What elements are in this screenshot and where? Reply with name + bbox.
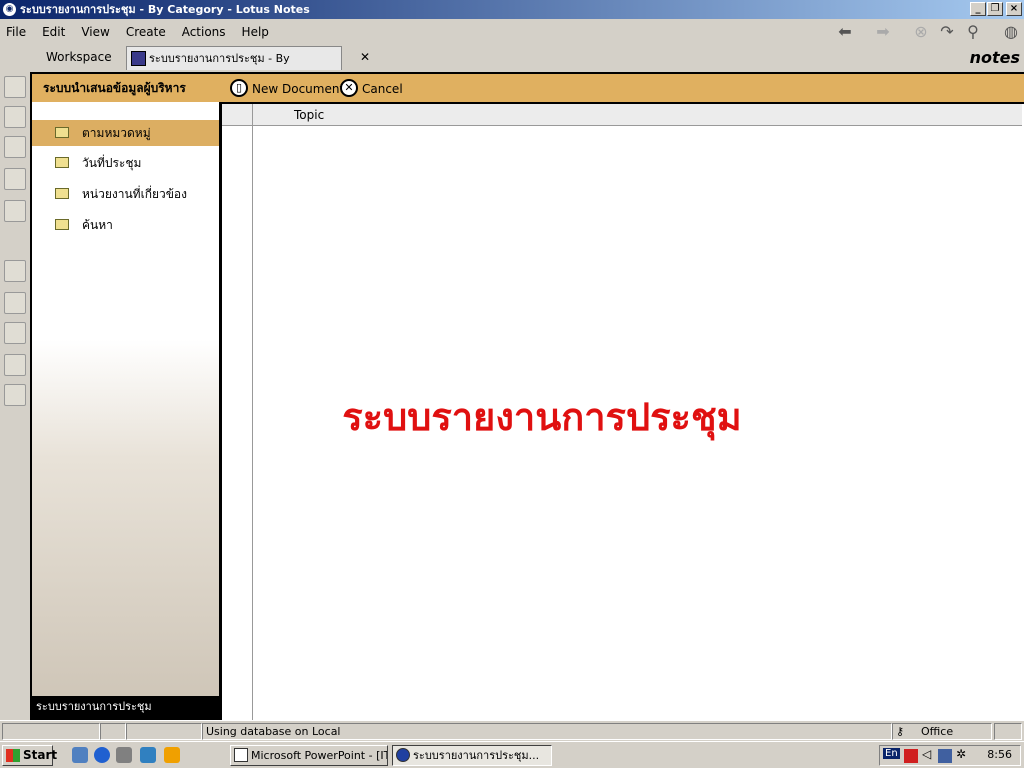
nav-item-department[interactable]: หน่วยงานที่เกี่ยวข้อง xyxy=(32,181,219,207)
cancel-button[interactable]: ✕ Cancel xyxy=(340,78,403,100)
nav-footer: ระบบรายงานการประชุม xyxy=(30,696,222,720)
task-label: ระบบรายงานการประชุม... xyxy=(413,749,540,762)
view-icon xyxy=(55,219,69,230)
network-icon[interactable] xyxy=(938,749,952,763)
notes-logo: notes xyxy=(969,48,1020,67)
menu-view[interactable]: View xyxy=(81,25,109,39)
calendar-icon[interactable] xyxy=(4,106,26,128)
view-icon xyxy=(55,127,69,138)
lotus-notes-icon: ◉ xyxy=(3,3,16,16)
cancel-label: Cancel xyxy=(362,82,403,96)
new-document-icon: ▯ xyxy=(230,79,248,97)
window-title-bar[interactable]: ◉ ระบบรายงานการประชุม - By Category - Lo… xyxy=(0,0,1024,19)
taskbar: Start Microsoft PowerPoint - [IT... ระบบ… xyxy=(0,741,1024,768)
menu-create[interactable]: Create xyxy=(126,25,166,39)
databases-icon[interactable] xyxy=(4,292,26,314)
globe-icon[interactable]: ◍ xyxy=(1000,22,1022,42)
menu-actions[interactable]: Actions xyxy=(182,25,226,39)
media-icon[interactable] xyxy=(140,747,156,763)
show-desktop-icon[interactable] xyxy=(72,747,88,763)
database-icon xyxy=(131,51,146,66)
window-title: ระบบรายงานการประชุม - By Category - Lotu… xyxy=(20,3,310,16)
internet-explorer-icon[interactable] xyxy=(94,747,110,763)
replicator-icon[interactable] xyxy=(4,200,26,222)
cancel-icon: ✕ xyxy=(340,79,358,97)
task-powerpoint[interactable]: Microsoft PowerPoint - [IT... xyxy=(230,745,388,766)
volume-icon[interactable]: ◁ xyxy=(922,747,931,761)
restore-button[interactable]: ❐ xyxy=(987,2,1003,16)
menu-file[interactable]: File xyxy=(6,25,26,39)
status-bar: Using database on Local ⚷ Office xyxy=(0,720,1024,741)
start-label: Start xyxy=(23,748,58,762)
internet-icon[interactable] xyxy=(4,354,26,376)
forward-arrow-icon[interactable]: ➡ xyxy=(872,22,894,42)
status-cell-2[interactable] xyxy=(100,723,126,740)
tools-icon[interactable] xyxy=(4,384,26,406)
minimize-button[interactable]: _ xyxy=(970,2,986,16)
nav-item-category[interactable]: ตามหมวดหมู่ xyxy=(32,120,219,146)
search-icon[interactable]: ⚲ xyxy=(962,22,984,42)
nav-item-search[interactable]: ค้นหา xyxy=(32,212,219,238)
powerpoint-icon xyxy=(234,748,248,762)
nav-item-meeting-date[interactable]: วันที่ประชุม xyxy=(32,150,219,176)
status-cell-1[interactable] xyxy=(2,723,100,740)
start-button[interactable]: Start xyxy=(2,745,57,766)
banner-title: ระบบรายงานการประชุม xyxy=(342,394,742,439)
location-selector[interactable]: ⚷ Office xyxy=(892,723,992,740)
menu-edit[interactable]: Edit xyxy=(42,25,65,39)
key-icon: ⚷ xyxy=(896,725,905,738)
stop-icon[interactable]: ⊗ xyxy=(910,22,932,42)
nav-item-label: ตามหมวดหมู่ xyxy=(82,126,151,140)
favorites-icon[interactable] xyxy=(4,260,26,282)
clock: 8:56 xyxy=(987,748,1012,761)
nav-item-label: วันที่ประชุม xyxy=(82,156,142,170)
status-message: Using database on Local xyxy=(202,723,892,740)
bookmark-bar xyxy=(0,70,30,720)
new-document-button[interactable]: ▯ New Document xyxy=(230,78,344,100)
menu-bar: File Edit View Create Actions Help xyxy=(0,19,1024,44)
address-book-icon[interactable] xyxy=(4,136,26,158)
menu-help[interactable]: Help xyxy=(242,25,269,39)
status-cell-3[interactable] xyxy=(126,723,202,740)
windows-logo-icon xyxy=(6,749,20,762)
tab-close-icon[interactable]: ✕ xyxy=(360,50,370,64)
column-header-row: Topic xyxy=(222,104,1022,126)
view-icon xyxy=(55,188,69,199)
column-topic[interactable]: Topic xyxy=(294,108,324,122)
refresh-icon[interactable]: ↷ xyxy=(936,22,958,42)
task-label: Microsoft PowerPoint - [IT... xyxy=(251,749,388,762)
mail-icon[interactable] xyxy=(4,76,26,98)
tab-workspace[interactable]: Workspace xyxy=(46,50,112,64)
system-tray: En ◁ ✲ 8:56 xyxy=(879,745,1021,766)
action-bar: ▯ New Document ✕ Cancel xyxy=(222,72,1024,102)
back-arrow-icon[interactable]: ⬅ xyxy=(834,22,856,42)
media-player-icon[interactable] xyxy=(164,747,180,763)
nav-item-label: ค้นหา xyxy=(82,218,113,232)
folder-icon[interactable] xyxy=(4,322,26,344)
window-tab-bar: Workspace ระบบรายงานการประชุม - By Categ… xyxy=(30,46,1024,89)
location-label: Office xyxy=(921,725,954,738)
close-button[interactable]: × xyxy=(1006,2,1022,16)
navigation-pane: ตามหมวดหมู่ วันที่ประชุม หน่วยงานที่เกี่… xyxy=(30,102,222,696)
inbox-status-icon[interactable] xyxy=(994,723,1022,740)
lotus-notes-icon xyxy=(396,748,410,762)
nav-item-label: หน่วยงานที่เกี่ยวข้อง xyxy=(82,187,187,201)
view-pane[interactable]: Topic ระบบรายงานการประชุม xyxy=(222,102,1024,720)
tab-active-document[interactable]: ระบบรายงานการประชุม - By Category xyxy=(126,46,342,89)
language-indicator[interactable]: En xyxy=(883,748,900,759)
todo-icon[interactable] xyxy=(4,168,26,190)
nav-header: ระบบนำเสนอข้อมูลผู้บริหาร xyxy=(30,72,222,102)
task-lotus-notes[interactable]: ระบบรายงานการประชุม... xyxy=(392,745,552,766)
tray-icon[interactable] xyxy=(904,749,918,763)
explorer-icon[interactable] xyxy=(116,747,132,763)
view-icon xyxy=(55,157,69,168)
new-document-label: New Document xyxy=(252,82,345,96)
tray-icon[interactable]: ✲ xyxy=(956,747,966,761)
